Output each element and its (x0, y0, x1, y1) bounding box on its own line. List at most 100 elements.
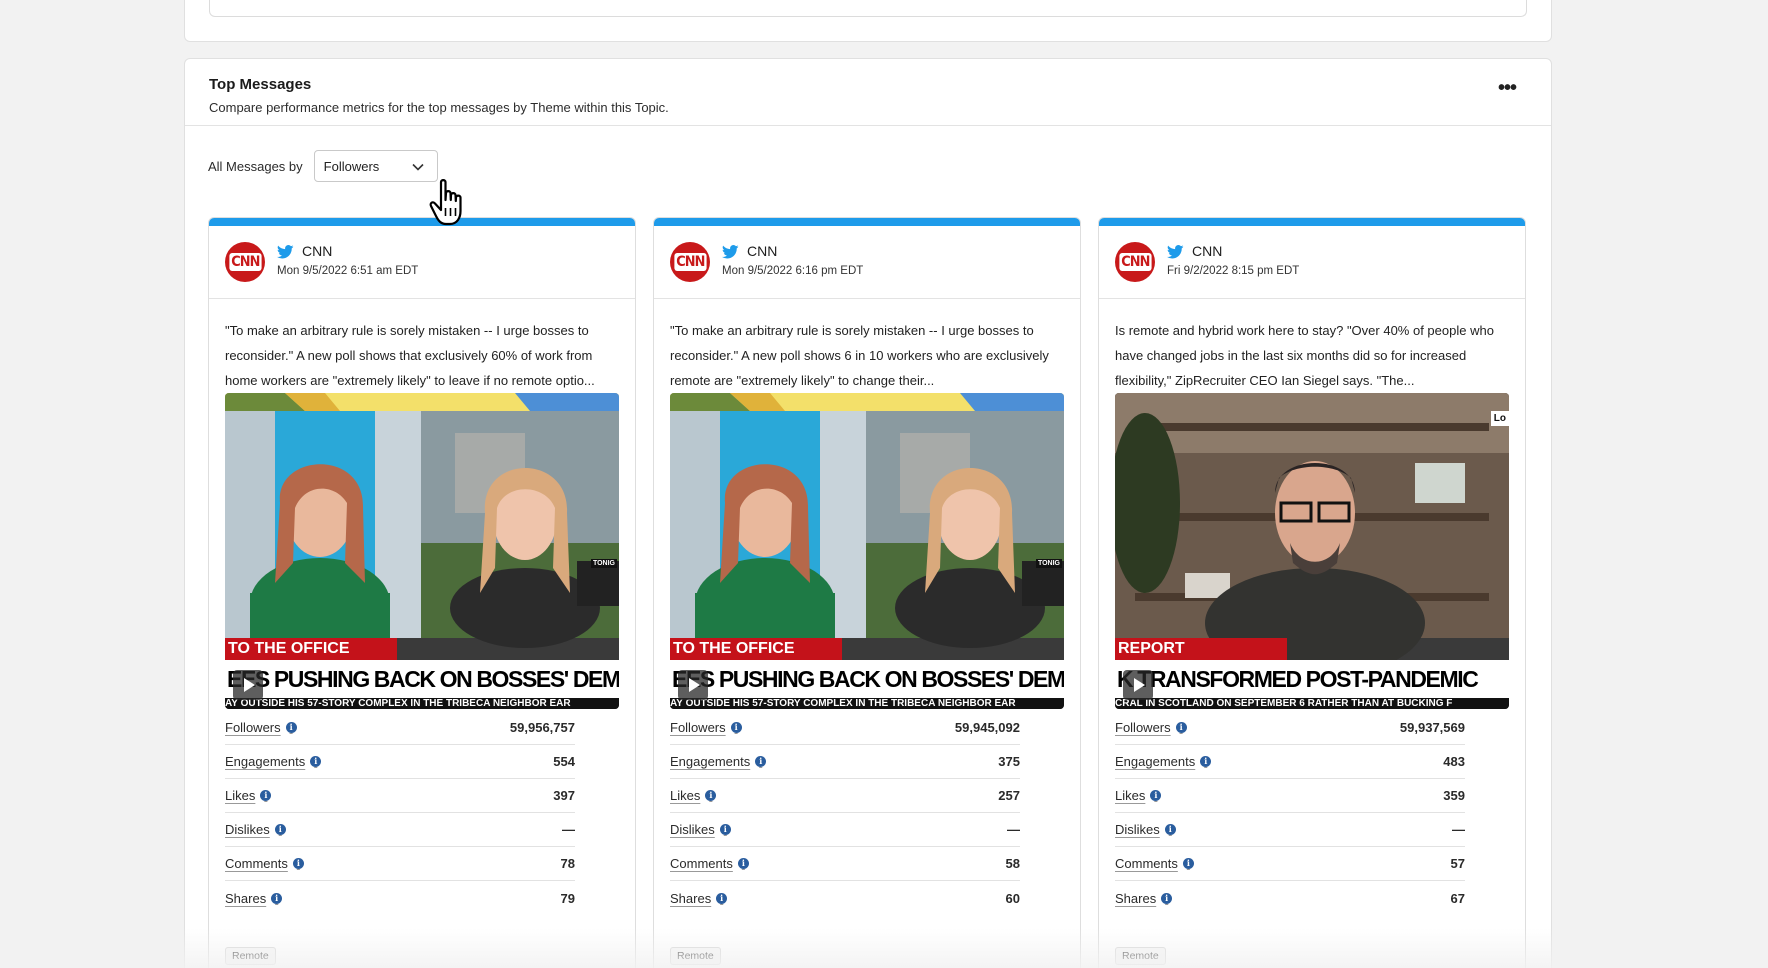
metric-label[interactable]: Comments i (670, 856, 749, 871)
sort-by-dropdown[interactable]: Followers (313, 150, 438, 182)
info-icon[interactable]: i (271, 892, 283, 904)
video-thumbnail[interactable]: Lo REPORT K TRANSFORMED POST-PANDEMIC CR… (1115, 393, 1509, 709)
message-card[interactable]: CNN CNN Mon 9/5/2022 6:51 am EDT "To mak… (208, 217, 636, 968)
metric-label-text: Dislikes (1115, 822, 1160, 837)
info-icon[interactable]: i (1200, 756, 1212, 767)
metric-label[interactable]: Engagements i (670, 754, 767, 769)
info-icon[interactable]: i (755, 756, 767, 767)
metric-label[interactable]: Shares i (1115, 891, 1173, 906)
metric-row-engagements: Engagements i 554 (225, 745, 575, 779)
metric-label[interactable]: Shares i (225, 891, 283, 906)
metric-row-likes: Likes i 257 (670, 779, 1020, 813)
theme-tag[interactable]: Remote (670, 947, 721, 965)
metric-label-text: Likes (1115, 788, 1146, 803)
twitter-icon (277, 245, 294, 259)
more-options-icon[interactable]: ••• (1495, 78, 1519, 99)
metric-value: 58 (1005, 856, 1020, 871)
info-icon[interactable]: i (274, 824, 286, 835)
metric-value: 483 (1443, 754, 1465, 769)
play-icon[interactable] (678, 670, 708, 700)
avatar[interactable]: CNN (225, 242, 265, 282)
metric-value: 59,937,569 (1399, 720, 1465, 735)
info-icon[interactable]: i (260, 790, 272, 801)
twitter-accent-bar (1099, 218, 1525, 226)
info-icon[interactable]: i (730, 722, 742, 733)
metric-row-dislikes: Dislikes i — (1115, 813, 1465, 847)
video-corner-tag: Lo (1490, 411, 1509, 426)
info-icon[interactable]: i (285, 722, 297, 733)
avatar[interactable]: CNN (1115, 242, 1155, 282)
metric-row-dislikes: Dislikes i — (670, 813, 1020, 847)
metric-row-likes: Likes i 359 (1115, 779, 1465, 813)
hand-pointer-cursor-icon (429, 179, 462, 226)
play-icon[interactable] (233, 670, 263, 700)
metric-label-text: Dislikes (225, 822, 270, 837)
theme-tag[interactable]: Remote (225, 947, 276, 965)
card-header: CNN CNN Mon 9/5/2022 6:16 pm EDT (654, 226, 1080, 299)
metric-value: 375 (998, 754, 1020, 769)
metric-label[interactable]: Likes i (670, 788, 717, 803)
info-icon[interactable]: i (1175, 722, 1187, 733)
author-name[interactable]: CNN (747, 243, 777, 259)
filter-row: All Messages by Followers (208, 150, 438, 182)
metric-value: — (1452, 822, 1465, 837)
message-card[interactable]: CNN CNN Mon 9/5/2022 6:16 pm EDT "To mak… (653, 217, 1081, 968)
metric-value: — (1007, 822, 1020, 837)
cnn-logo: CNN (1119, 253, 1151, 271)
metric-label[interactable]: Likes i (225, 788, 272, 803)
post-date: Mon 9/5/2022 6:16 pm EDT (722, 265, 864, 277)
metric-label[interactable]: Followers i (670, 720, 742, 735)
card-header: CNN CNN Mon 9/5/2022 6:51 am EDT (209, 226, 635, 299)
post-date: Fri 9/2/2022 8:15 pm EDT (1167, 265, 1300, 277)
video-ticker: CRAL IN SCOTLAND ON SEPTEMBER 6 RATHER T… (1115, 698, 1509, 709)
metric-row-likes: Likes i 397 (225, 779, 575, 813)
metric-label[interactable]: Followers i (225, 720, 297, 735)
video-thumbnail[interactable]: TONIG TO THE OFFICE EES PUSHING BACK ON … (670, 393, 1064, 709)
video-thumbnail[interactable]: TONIG TO THE OFFICE EES PUSHING BACK ON … (225, 393, 619, 709)
metric-row-comments: Comments i 57 (1115, 847, 1465, 881)
metric-label[interactable]: Engagements i (225, 754, 322, 769)
video-lower-third: REPORT (1115, 638, 1287, 660)
previous-panel (184, 0, 1552, 42)
filter-label: All Messages by (208, 158, 303, 174)
card-header: CNN CNN Fri 9/2/2022 8:15 pm EDT (1099, 226, 1525, 299)
info-icon[interactable]: i (1161, 892, 1173, 904)
metric-label-text: Engagements (670, 754, 751, 769)
metric-label[interactable]: Comments i (225, 856, 304, 871)
metric-value: 554 (553, 754, 575, 769)
metric-label[interactable]: Dislikes i (670, 822, 731, 837)
twitter-accent-bar (209, 218, 635, 226)
info-icon[interactable]: i (716, 892, 728, 904)
twitter-accent-bar (654, 218, 1080, 226)
info-icon[interactable]: i (292, 858, 304, 869)
message-card[interactable]: CNN CNN Fri 9/2/2022 8:15 pm EDT Is remo… (1098, 217, 1526, 968)
video-ticker: AY OUTSIDE HIS 57-STORY COMPLEX IN THE T… (225, 698, 619, 709)
metric-label[interactable]: Shares i (670, 891, 728, 906)
metric-label-text: Comments (670, 856, 733, 871)
metric-label[interactable]: Dislikes i (225, 822, 286, 837)
info-icon[interactable]: i (310, 756, 322, 767)
metric-row-comments: Comments i 58 (670, 847, 1020, 881)
info-icon[interactable]: i (1182, 858, 1194, 869)
info-icon[interactable]: i (1150, 790, 1162, 801)
metric-label-text: Followers (1115, 720, 1171, 735)
cnn-logo: CNN (674, 253, 706, 271)
metric-label[interactable]: Followers i (1115, 720, 1187, 735)
cnn-logo: CNN (229, 253, 261, 271)
metric-label[interactable]: Comments i (1115, 856, 1194, 871)
info-icon[interactable]: i (705, 790, 717, 801)
info-icon[interactable]: i (737, 858, 749, 869)
info-icon[interactable]: i (1164, 824, 1176, 835)
video-lower-third: TO THE OFFICE (670, 638, 842, 660)
info-icon[interactable]: i (719, 824, 731, 835)
metric-label[interactable]: Engagements i (1115, 754, 1212, 769)
avatar[interactable]: CNN (670, 242, 710, 282)
metric-label[interactable]: Dislikes i (1115, 822, 1176, 837)
play-icon[interactable] (1123, 670, 1153, 700)
video-corner-tag: TONIG (1035, 559, 1062, 568)
video-headline: EES PUSHING BACK ON BOSSES' DEMANDS TO R… (225, 660, 619, 698)
author-name[interactable]: CNN (1192, 243, 1222, 259)
metric-label[interactable]: Likes i (1115, 788, 1162, 803)
author-name[interactable]: CNN (302, 243, 332, 259)
theme-tag[interactable]: Remote (1115, 947, 1166, 965)
